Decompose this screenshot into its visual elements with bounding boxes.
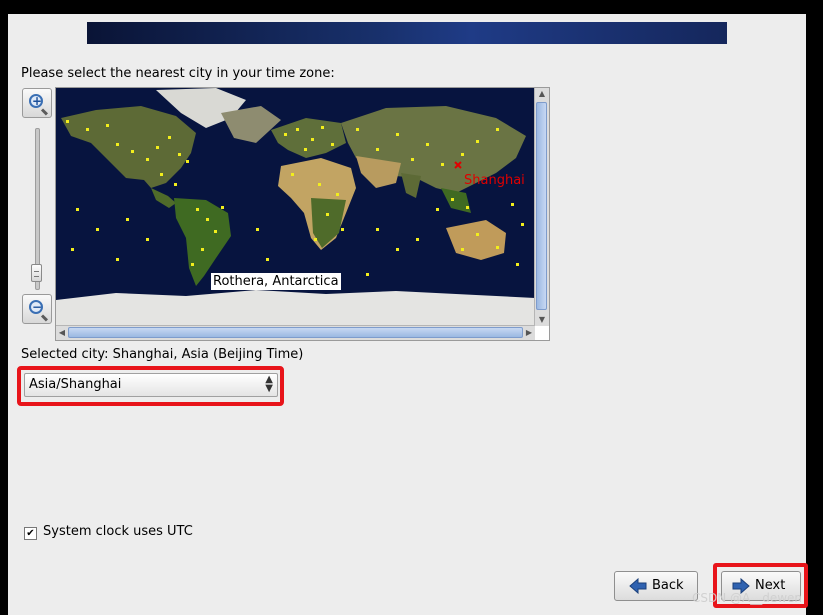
timezone-prompt: Please select the nearest city in your t…	[21, 66, 335, 81]
selected-city-label: Shanghai	[464, 173, 525, 188]
utc-label: System clock uses UTC	[43, 524, 193, 539]
zoom-out-button[interactable]: −	[22, 294, 52, 324]
zoom-in-button[interactable]: +	[22, 88, 52, 118]
hover-city-tooltip: Rothera, Antarctica	[211, 273, 341, 290]
map-horizontal-scrollbar[interactable]: ◀ ▶	[56, 325, 535, 340]
timezone-select[interactable]: Asia/Shanghai ▲ ▼	[24, 373, 278, 397]
scroll-up-icon[interactable]: ▲	[536, 88, 548, 100]
selected-city-text: Selected city: Shanghai, Asia (Beijing T…	[21, 347, 304, 362]
horizontal-scroll-thumb[interactable]	[68, 327, 523, 338]
utc-checkbox[interactable]: ✔	[24, 527, 37, 540]
scroll-down-icon[interactable]: ▼	[536, 314, 548, 326]
map-vertical-scrollbar[interactable]: ▲ ▼	[534, 88, 549, 326]
arrow-left-icon	[629, 578, 647, 594]
watermark: CSDN @A__dewen	[692, 591, 803, 605]
world-map-image	[56, 88, 535, 326]
scroll-right-icon[interactable]: ▶	[523, 327, 535, 339]
timezone-select-value: Asia/Shanghai	[29, 377, 122, 392]
back-button[interactable]: Back	[614, 571, 698, 601]
header-banner	[87, 22, 727, 44]
scroll-left-icon[interactable]: ◀	[56, 327, 68, 339]
world-map-view: Shanghai Rothera, Antarctica ▲ ▼ ◀ ▶	[55, 87, 550, 341]
vertical-scroll-thumb[interactable]	[536, 102, 547, 310]
world-map[interactable]: Shanghai Rothera, Antarctica	[56, 88, 535, 326]
chevron-updown-icon: ▲ ▼	[265, 374, 273, 394]
zoom-slider-handle[interactable]	[31, 264, 42, 282]
back-button-label: Back	[652, 578, 684, 593]
